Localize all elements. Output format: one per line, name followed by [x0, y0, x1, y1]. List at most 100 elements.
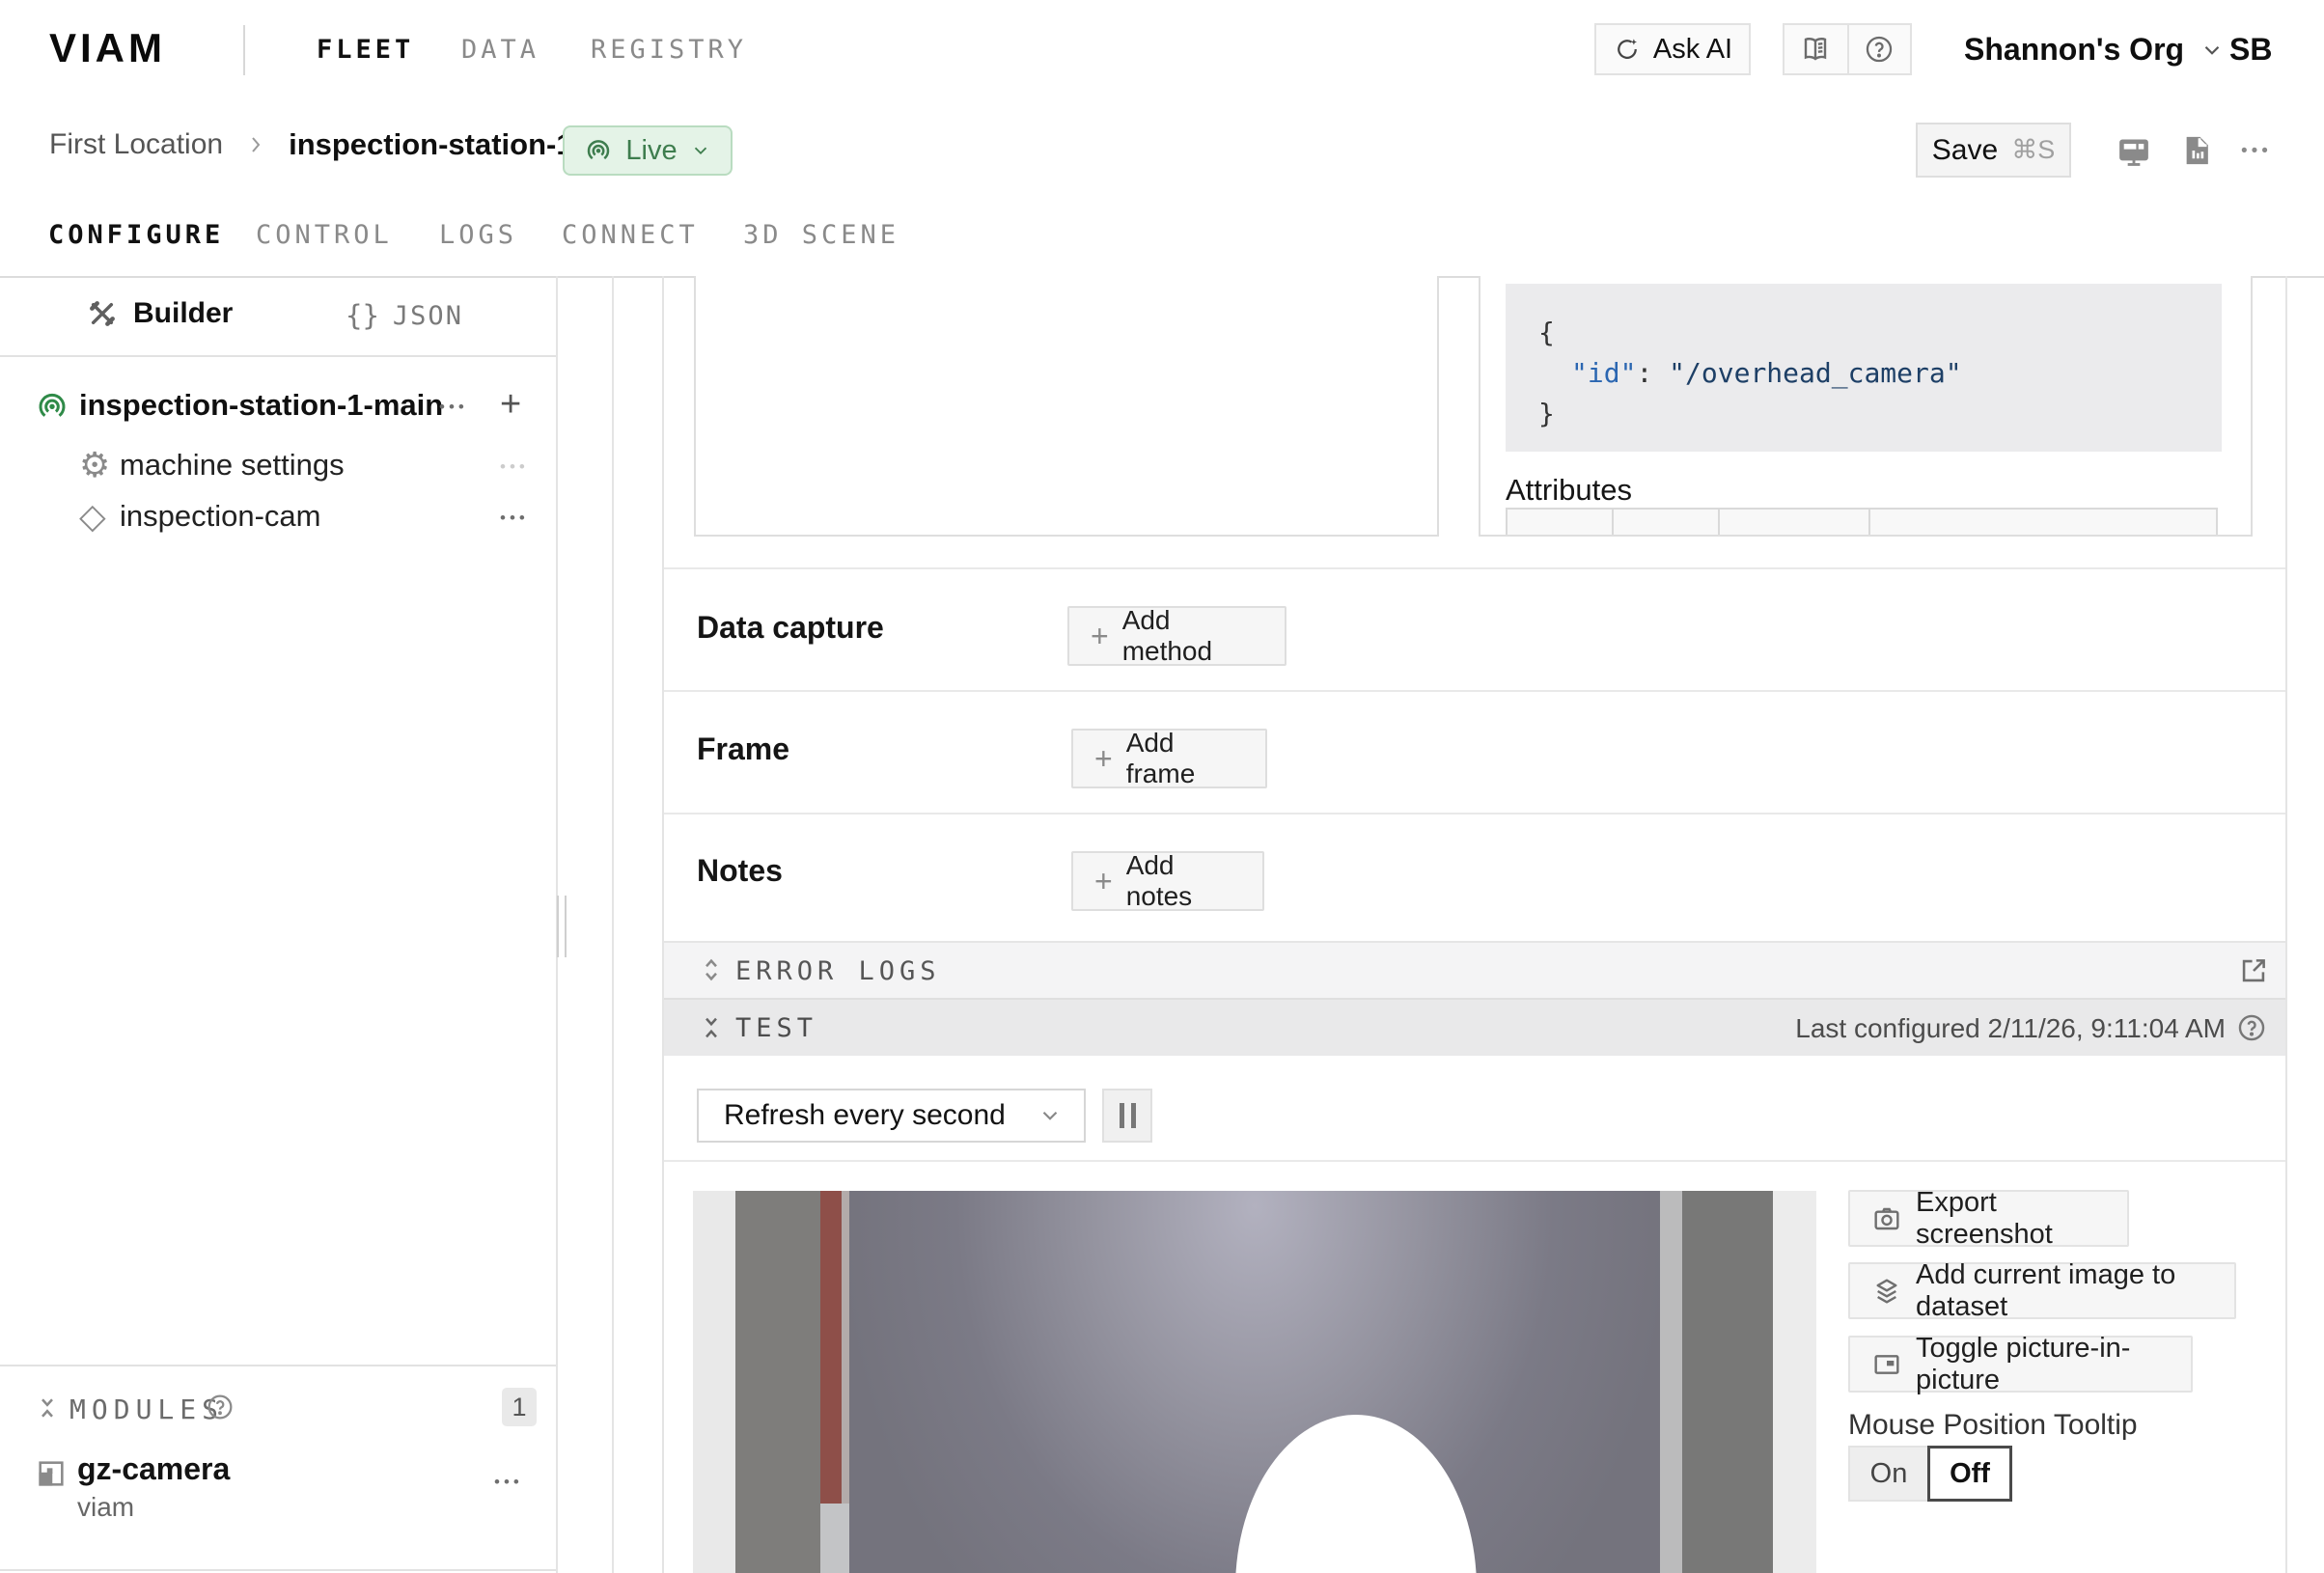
machine-name: inspection-station-1: [289, 127, 573, 162]
code-sep: :: [1636, 357, 1669, 389]
help-icon[interactable]: [1849, 25, 1910, 73]
breadcrumb: First Location inspection-station-1: [49, 127, 573, 162]
machine-settings-more-menu[interactable]: •••: [500, 457, 529, 477]
scene-field: [849, 1191, 1660, 1573]
tab-configure[interactable]: CONFIGURE: [48, 220, 224, 250]
add-frame-label: Add frame: [1126, 728, 1244, 789]
chevron-right-icon: [244, 133, 267, 156]
gear-icon: ⚙: [79, 444, 110, 486]
content-left-border: [612, 276, 614, 1573]
builder-tools-icon: [87, 298, 118, 329]
breadcrumb-location[interactable]: First Location: [49, 128, 223, 161]
tab-logs[interactable]: LOGS: [439, 220, 517, 250]
plus-icon: +: [1091, 621, 1109, 651]
ask-ai-label: Ask AI: [1653, 34, 1732, 66]
live-status-badge[interactable]: Live: [563, 125, 733, 176]
card-right-border: [2285, 276, 2287, 1573]
builder-label: Builder: [133, 297, 233, 330]
select-chevron-down-icon: [1038, 1103, 1063, 1128]
modules-collapse-icon[interactable]: [33, 1394, 62, 1422]
mouse-tooltip-label: Mouse Position Tooltip: [1848, 1409, 2138, 1442]
tab-connect[interactable]: CONNECT: [562, 220, 699, 250]
scene-sphere: [1235, 1415, 1477, 1573]
scene-stripe-edge: [842, 1191, 849, 1504]
module-item[interactable]: gz-camera viam •••: [0, 1451, 556, 1529]
nav-tab-data[interactable]: DATA: [461, 35, 540, 65]
add-component-button[interactable]: +: [500, 384, 521, 426]
main-part-more-menu[interactable]: •••: [439, 398, 468, 417]
scene-pillar-left: [735, 1191, 820, 1573]
code-value: "/overhead_camera": [1669, 357, 1961, 389]
add-notes-label: Add notes: [1126, 850, 1241, 912]
tree-item-label: inspection-cam: [120, 499, 320, 534]
machine-header-bar: First Location inspection-station-1 Live…: [0, 98, 2324, 195]
refresh-rate-select[interactable]: Refresh every second: [697, 1089, 1086, 1143]
last-configured-text: Last configured 2/11/26, 9:11:04 AM: [1795, 1013, 2226, 1044]
tree-item-machine-settings[interactable]: ⚙ machine settings •••: [0, 444, 556, 488]
pause-icon: [1131, 1103, 1136, 1128]
json-code-block: { "id": "/overhead_camera" }: [1506, 284, 2222, 452]
open-in-new-icon[interactable]: [2237, 954, 2270, 987]
inspection-cam-more-menu[interactable]: •••: [500, 509, 529, 528]
tree-item-label: machine settings: [120, 448, 345, 483]
json-mode-button[interactable]: {} JSON: [346, 299, 463, 332]
machine-more-menu[interactable]: •••: [2241, 141, 2272, 162]
chevron-down-icon: [2200, 38, 2225, 63]
test-bar[interactable]: TEST Last configured 2/11/26, 9:11:04 AM: [664, 998, 2285, 1056]
add-to-dataset-button[interactable]: Add current image to dataset: [1848, 1262, 2236, 1319]
error-logs-bar[interactable]: ERROR LOGS: [664, 941, 2285, 998]
org-switcher[interactable]: Shannon's Org: [1964, 32, 2225, 68]
pause-refresh-button[interactable]: [1102, 1089, 1152, 1143]
component-config-right-panel: { "id": "/overhead_camera" } Attributes: [1479, 276, 2253, 537]
viam-app: VIAM FLEET DATA REGISTRY Ask AI: [0, 0, 2324, 1573]
nav-tab-registry[interactable]: REGISTRY: [591, 35, 747, 65]
add-method-button[interactable]: + Add method: [1067, 606, 1286, 666]
logs-document-icon[interactable]: [2179, 133, 2214, 168]
refresh-rate-value: Refresh every second: [699, 1099, 1006, 1132]
builder-mode-button[interactable]: Builder: [87, 297, 233, 330]
tree-item-main-part[interactable]: inspection-station-1-main ••• +: [0, 384, 556, 430]
toggle-on-button[interactable]: On: [1848, 1446, 1927, 1502]
module-more-menu[interactable]: •••: [494, 1473, 523, 1492]
tab-control[interactable]: CONTROL: [256, 220, 393, 250]
ask-ai-button[interactable]: Ask AI: [1594, 23, 1751, 75]
add-notes-button[interactable]: + Add notes: [1071, 851, 1264, 911]
save-shortcut: ⌘S: [2011, 135, 2055, 165]
save-button[interactable]: Save ⌘S: [1916, 123, 2071, 178]
export-screenshot-button[interactable]: Export screenshot: [1848, 1190, 2129, 1247]
live-label: Live: [625, 135, 677, 167]
tree-item-inspection-cam[interactable]: ◇ inspection-cam •••: [0, 495, 556, 539]
frame-label: Frame: [697, 731, 789, 767]
module-org: viam: [77, 1492, 134, 1523]
camera-stream-image[interactable]: [693, 1191, 1816, 1573]
mouse-tooltip-toggle: On Off: [1848, 1446, 2012, 1502]
scene-pillar-right: [1682, 1191, 1773, 1573]
modules-help-icon[interactable]: [205, 1392, 235, 1422]
scene-wall-left-light: [693, 1191, 735, 1573]
control-preview-icon[interactable]: [2116, 133, 2152, 170]
section-divider: [664, 567, 2285, 569]
plus-icon: +: [1094, 866, 1113, 897]
json-braces-icon: {}: [346, 299, 379, 332]
top-navbar: VIAM FLEET DATA REGISTRY Ask AI: [0, 0, 2324, 100]
toggle-off-button[interactable]: Off: [1927, 1446, 2012, 1502]
add-frame-button[interactable]: + Add frame: [1071, 729, 1267, 788]
module-name: gz-camera: [77, 1451, 230, 1487]
tree-item-label: inspection-station-1-main: [79, 388, 443, 423]
docs-book-icon[interactable]: [1784, 25, 1849, 73]
attributes-col-1: [1506, 508, 1614, 537]
nav-tab-fleet[interactable]: FLEET: [317, 35, 414, 65]
main-part-signal-icon: [35, 389, 69, 424]
tab-3d-scene[interactable]: 3D SCENE: [743, 220, 899, 250]
attributes-col-2: [1614, 508, 1720, 537]
toggle-pip-button[interactable]: Toggle picture-in-picture: [1848, 1336, 2193, 1393]
export-screenshot-label: Export screenshot: [1916, 1187, 2106, 1251]
test-help-icon[interactable]: [2235, 1011, 2268, 1044]
toggle-pip-label: Toggle picture-in-picture: [1916, 1333, 2170, 1396]
test-label: TEST: [735, 1013, 817, 1043]
test-content-divider: [664, 1160, 2285, 1162]
viam-logo[interactable]: VIAM: [49, 25, 166, 71]
avatar[interactable]: SB: [2229, 32, 2272, 68]
sidebar-resize-handle[interactable]: [557, 896, 570, 957]
json-label: JSON: [393, 301, 463, 331]
